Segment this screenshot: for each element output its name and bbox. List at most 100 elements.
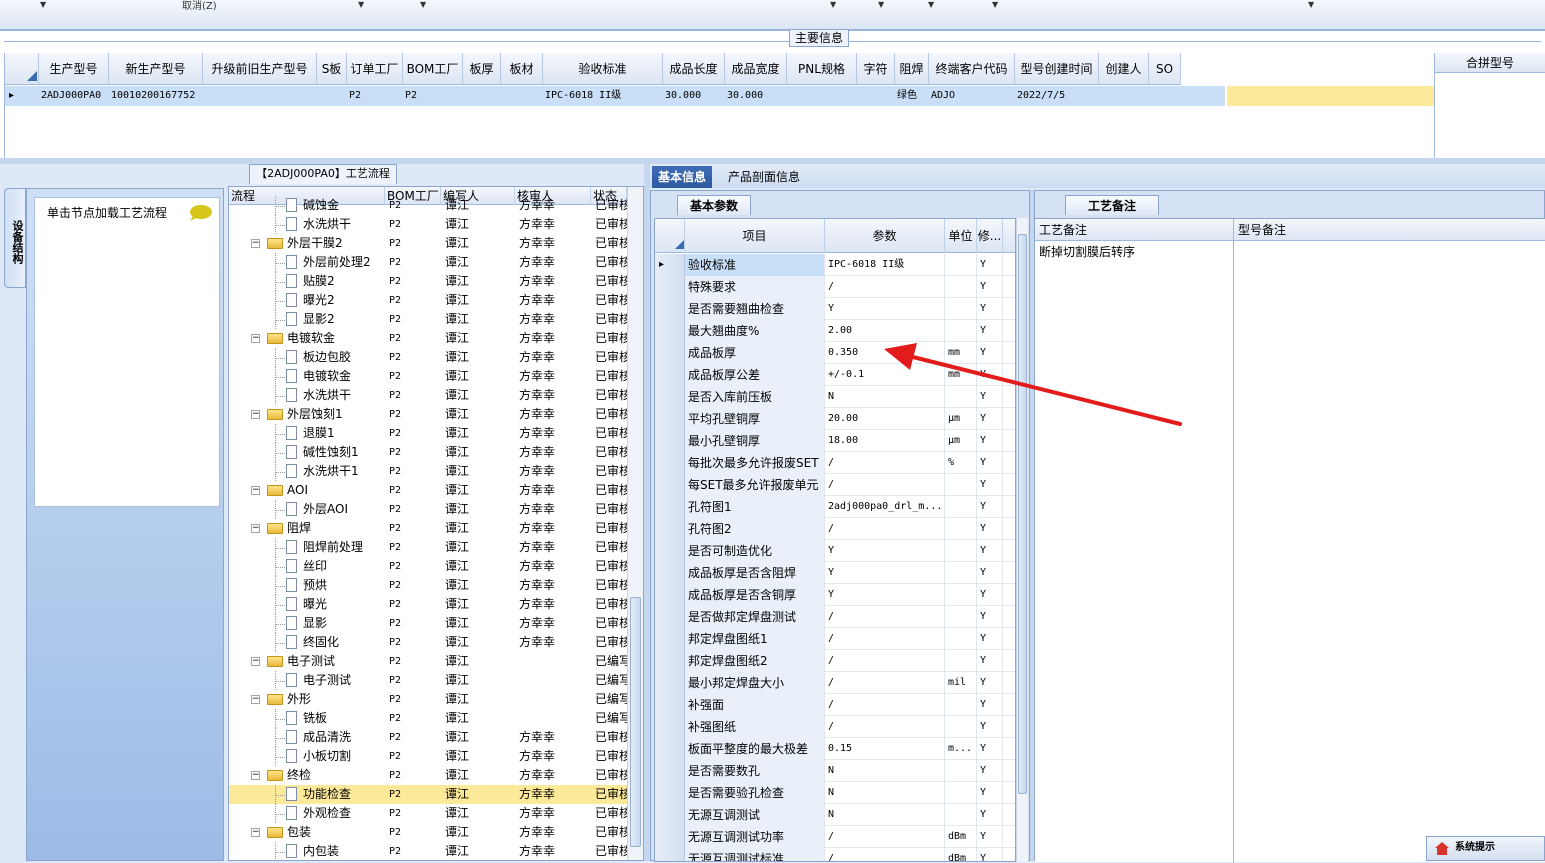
- column-header[interactable]: PNL规格: [787, 53, 857, 85]
- flow-row[interactable]: 小板切割 P2 谭江 方幸幸 已审核: [229, 747, 627, 766]
- flow-row[interactable]: 外观检查 P2 谭江 方幸幸 已审核: [229, 804, 627, 823]
- param-row[interactable]: 每批次最多允许报废SET /% Y: [655, 452, 1015, 474]
- flow-row[interactable]: − AOI P2 谭江 方幸幸 已审核: [229, 481, 627, 500]
- table-cell[interactable]: 2022/7/5: [1015, 86, 1099, 106]
- column-header[interactable]: 板材: [501, 53, 543, 85]
- scrollbar-thumb[interactable]: [1018, 234, 1027, 794]
- flow-row[interactable]: 预烘 P2 谭江 方幸幸 已审核: [229, 576, 627, 595]
- param-row[interactable]: 邦定焊盘图纸1/ Y: [655, 628, 1015, 650]
- param-row[interactable]: 最小邦定焊盘大小 / mil Y: [655, 672, 1015, 694]
- collapse-icon[interactable]: −: [251, 239, 260, 248]
- param-value-cell[interactable]: /: [825, 672, 945, 694]
- column-header[interactable]: 生产型号: [39, 53, 109, 85]
- column-header[interactable]: 终端客户代码: [929, 53, 1015, 85]
- table-cell[interactable]: P2: [403, 86, 463, 106]
- param-value-cell[interactable]: 20.00: [825, 408, 945, 430]
- params-column-header[interactable]: 单位: [945, 219, 977, 253]
- param-row[interactable]: 是否做邦定焊盘测试 / Y: [655, 606, 1015, 628]
- param-value-cell[interactable]: /: [825, 474, 945, 496]
- table-cell[interactable]: 10010200167752: [109, 86, 203, 106]
- param-value-cell[interactable]: /: [825, 518, 945, 540]
- param-value-cell[interactable]: Y: [825, 584, 945, 606]
- param-value-cell[interactable]: IPC-6018 II级: [825, 254, 945, 276]
- param-value-cell[interactable]: N: [825, 760, 945, 782]
- flow-row[interactable]: 曝光 P2 谭江 方幸幸 已审核: [229, 595, 627, 614]
- param-row[interactable]: 成品板厚是否含铜厚 Y Y: [655, 584, 1015, 606]
- param-value-cell[interactable]: 2.00: [825, 320, 945, 342]
- row-selector[interactable]: [655, 628, 685, 650]
- row-selector[interactable]: [655, 826, 685, 848]
- param-row[interactable]: 成品板厚是否含阻焊 Y Y: [655, 562, 1015, 584]
- collapse-icon[interactable]: −: [251, 334, 260, 343]
- flow-row[interactable]: 水洗烘干 P2 谭江 方幸幸 已审核: [229, 215, 627, 234]
- table-cell[interactable]: 30.000: [663, 86, 725, 106]
- row-selector[interactable]: [655, 320, 685, 342]
- column-header[interactable]: 成品宽度: [725, 53, 787, 85]
- dropdown-arrow-icon[interactable]: ▼: [992, 0, 998, 9]
- flow-row[interactable]: 外层前处理2 P2 谭江 方幸幸 已审核: [229, 253, 627, 272]
- row-selector[interactable]: [655, 782, 685, 804]
- flow-scrollbar[interactable]: [627, 187, 643, 860]
- flow-row[interactable]: 成品清洗 P2 谭江 方幸幸 已审核: [229, 728, 627, 747]
- param-row[interactable]: 平均孔壁铜厚 20.00 μm Y: [655, 408, 1015, 430]
- row-selector[interactable]: [655, 584, 685, 606]
- dropdown-arrow-icon[interactable]: ▼: [1308, 0, 1314, 9]
- column-header[interactable]: 订单工厂: [347, 53, 403, 85]
- row-selector-icon[interactable]: ▸: [7, 86, 37, 106]
- flow-row[interactable]: 阻焊前处理 P2 谭江 方幸幸 已审核: [229, 538, 627, 557]
- column-header[interactable]: 升级前旧生产型号: [203, 53, 317, 85]
- column-header[interactable]: S板: [317, 53, 347, 85]
- flow-row[interactable]: 铣板 P2 谭江 已编写: [229, 709, 627, 728]
- flow-row[interactable]: − 电子测试 P2 谭江 已编写: [229, 652, 627, 671]
- table-cell[interactable]: [1099, 86, 1149, 106]
- param-value-cell[interactable]: 18.00: [825, 430, 945, 452]
- table-cell[interactable]: [501, 86, 543, 106]
- param-row[interactable]: 是否入库前压板 N Y: [655, 386, 1015, 408]
- param-value-cell[interactable]: /: [825, 848, 945, 861]
- flow-row[interactable]: 外层AOI P2 谭江 方幸幸 已审核: [229, 500, 627, 519]
- column-header[interactable]: 板厚: [463, 53, 501, 85]
- param-value-cell[interactable]: 0.350: [825, 342, 945, 364]
- craft-remark-tab[interactable]: 工艺备注: [1065, 195, 1159, 215]
- flow-row[interactable]: − 电镀软金 P2 谭江 方幸幸 已审核: [229, 329, 627, 348]
- flow-row[interactable]: 水洗烘干 P2 谭江 方幸幸 已审核: [229, 386, 627, 405]
- param-value-cell[interactable]: /: [825, 826, 945, 848]
- dropdown-arrow-icon[interactable]: ▼: [830, 0, 836, 9]
- column-header[interactable]: 验收标准: [543, 53, 663, 85]
- table-cell[interactable]: 30.000: [725, 86, 787, 106]
- table-cell[interactable]: [203, 86, 317, 106]
- param-row[interactable]: 最大翘曲度% 2.00 Y: [655, 320, 1015, 342]
- flow-row[interactable]: 内包装 P2 谭江 方幸幸 已审核: [229, 842, 627, 860]
- param-row[interactable]: 补强图纸 / Y: [655, 716, 1015, 738]
- tab-profile-info[interactable]: 产品剖面信息: [722, 166, 806, 188]
- table-cell[interactable]: 绿色: [895, 86, 929, 106]
- column-header[interactable]: 成品长度: [663, 53, 725, 85]
- column-header[interactable]: 阻焊: [895, 53, 929, 85]
- flow-row[interactable]: 显影 P2 谭江 方幸幸 已审核: [229, 614, 627, 633]
- basic-params-tab[interactable]: 基本参数: [677, 195, 751, 215]
- row-selector[interactable]: [655, 474, 685, 496]
- flow-row[interactable]: 终固化 P2 谭江 方幸幸 已审核: [229, 633, 627, 652]
- param-value-cell[interactable]: Y: [825, 562, 945, 584]
- flow-row[interactable]: 丝印 P2 谭江 方幸幸 已审核: [229, 557, 627, 576]
- flow-row[interactable]: − 外层干膜2 P2 谭江 方幸幸 已审核: [229, 234, 627, 253]
- collapse-icon[interactable]: −: [251, 486, 260, 495]
- table-cell[interactable]: P2: [347, 86, 403, 106]
- collapse-icon[interactable]: −: [251, 657, 260, 666]
- equipment-structure-tab[interactable]: 设备结构: [4, 188, 26, 288]
- param-value-cell[interactable]: 0.15: [825, 738, 945, 760]
- row-selector[interactable]: [655, 364, 685, 386]
- column-header[interactable]: BOM工厂: [403, 53, 463, 85]
- flow-row[interactable]: − 包装 P2 谭江 方幸幸 已审核: [229, 823, 627, 842]
- params-column-header[interactable]: 修...: [977, 219, 1003, 253]
- flow-row[interactable]: 贴膜2 P2 谭江 方幸幸 已审核: [229, 272, 627, 291]
- param-value-cell[interactable]: N: [825, 804, 945, 826]
- collapse-icon[interactable]: −: [251, 410, 260, 419]
- flow-row[interactable]: 功能检查 P2 谭江 方幸幸 已审核: [229, 785, 627, 804]
- row-selector[interactable]: [655, 562, 685, 584]
- param-value-cell[interactable]: /: [825, 606, 945, 628]
- cancel-button[interactable]: 取消(Z): [182, 0, 217, 12]
- tab-basic-info[interactable]: 基本信息: [652, 166, 713, 188]
- param-row[interactable]: 无源互调测试功率 / dBm Y: [655, 826, 1015, 848]
- flow-row[interactable]: − 终检 P2 谭江 方幸幸 已审核: [229, 766, 627, 785]
